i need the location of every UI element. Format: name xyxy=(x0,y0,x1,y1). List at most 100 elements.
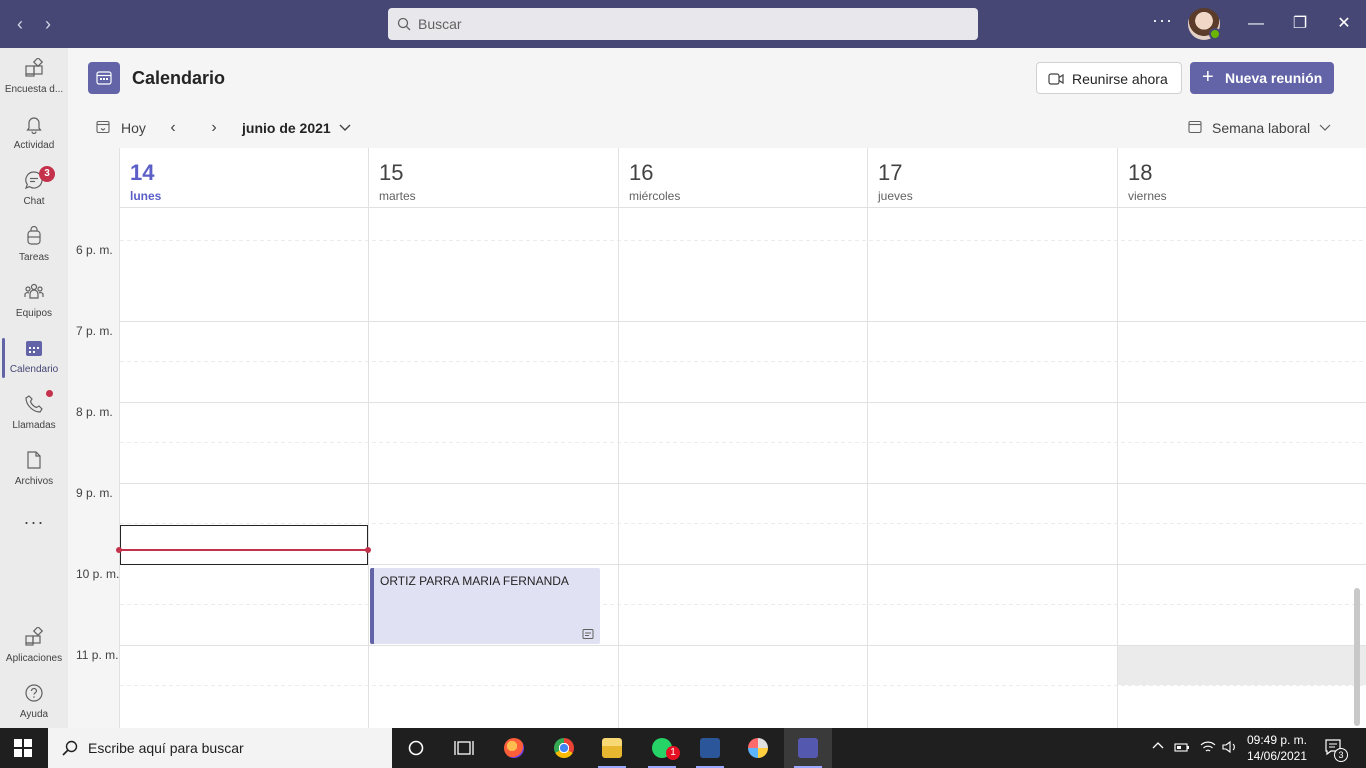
chevron-up-icon xyxy=(1152,742,1164,749)
day-header-14[interactable]: 14 lunes xyxy=(120,148,368,208)
rail-item-llamadas[interactable]: Llamadas xyxy=(0,386,68,442)
taskbar-app-chrome[interactable] xyxy=(540,728,588,768)
taskbar-app-teams[interactable] xyxy=(784,728,832,768)
calendar-icon xyxy=(96,71,112,85)
help-icon xyxy=(25,684,43,702)
day-header-18[interactable]: 18 viernes xyxy=(1118,148,1366,208)
search-icon xyxy=(62,740,78,756)
rail-label: Encuesta d... xyxy=(4,84,64,95)
day-header-17[interactable]: 17 jueves xyxy=(868,148,1117,208)
day-header-15[interactable]: 15 martes xyxy=(369,148,618,208)
rail-item-aplicaciones[interactable]: Aplicaciones xyxy=(0,619,68,675)
rail-label: Equipos xyxy=(15,308,53,319)
task-view-icon xyxy=(454,741,474,755)
rail-item-actividad[interactable]: Actividad xyxy=(0,106,68,162)
search-icon xyxy=(397,17,411,31)
rail-item-ayuda[interactable]: Ayuda xyxy=(0,675,68,731)
network-button[interactable] xyxy=(1200,740,1216,757)
half-hour-line xyxy=(120,240,1366,241)
maximize-button[interactable]: ❐ xyxy=(1288,12,1312,36)
rail-label: Archivos xyxy=(14,476,54,487)
windows-start-icon[interactable] xyxy=(14,739,32,757)
rail-item-chat[interactable]: 3 Chat xyxy=(0,162,68,218)
rail-item-encuesta[interactable]: Encuesta d... xyxy=(0,50,68,106)
rail-item-tareas[interactable]: Tareas xyxy=(0,218,68,274)
hour-line xyxy=(120,483,1366,484)
chevron-down-icon[interactable] xyxy=(1318,120,1332,134)
windows-taskbar: Escribe aquí para buscar 1 09:49 p. m. 1… xyxy=(0,728,1366,768)
missed-call-dot xyxy=(46,390,53,397)
column-divider xyxy=(119,148,120,728)
paint-palette-icon xyxy=(748,738,768,758)
previous-week-button[interactable]: ‹ xyxy=(164,118,182,138)
taskbar-app-whatsapp[interactable]: 1 xyxy=(638,728,686,768)
today-icon[interactable] xyxy=(96,120,110,134)
chevron-down-icon[interactable] xyxy=(338,120,352,134)
hour-line xyxy=(120,645,1366,646)
day-name: martes xyxy=(379,189,416,203)
search-input[interactable]: Buscar xyxy=(418,16,462,32)
more-apps-button[interactable]: ··· xyxy=(0,512,68,533)
taskbar-search-input[interactable]: Escribe aquí para buscar xyxy=(88,740,244,756)
calendar-app-tile xyxy=(88,62,120,94)
title-bar: ‹ › Buscar ··· — ❐ ✕ xyxy=(0,0,1366,48)
new-meeting-button[interactable]: + Nueva reunión xyxy=(1190,62,1334,94)
hour-line xyxy=(120,321,1366,322)
taskbar-app-file-explorer[interactable] xyxy=(588,728,636,768)
task-view-button[interactable] xyxy=(440,728,488,768)
presence-available-icon xyxy=(1209,28,1221,40)
word-icon xyxy=(700,738,720,758)
notification-count-badge: 3 xyxy=(1334,748,1348,762)
search-box[interactable]: Buscar xyxy=(388,8,978,40)
today-button[interactable]: Hoy xyxy=(121,120,146,136)
file-icon xyxy=(27,451,41,469)
phone-icon xyxy=(25,395,43,413)
show-hidden-icons-button[interactable] xyxy=(1152,740,1164,755)
selected-time-slot[interactable] xyxy=(120,525,368,565)
meet-now-label: Reunirse ahora xyxy=(1072,71,1168,87)
view-switcher-icon[interactable] xyxy=(1188,120,1202,134)
bell-icon xyxy=(26,117,42,134)
hour-label: 8 p. m. xyxy=(76,405,113,419)
rail-label: Llamadas xyxy=(12,420,56,431)
day-number: 18 xyxy=(1128,160,1153,185)
day-name: viernes xyxy=(1128,189,1167,203)
column-divider xyxy=(618,148,619,728)
month-picker[interactable]: junio de 2021 xyxy=(242,120,331,136)
hour-label: 9 p. m. xyxy=(76,486,113,500)
battery-button[interactable] xyxy=(1174,740,1190,757)
minimize-button[interactable]: — xyxy=(1244,12,1268,36)
close-button[interactable]: ✕ xyxy=(1332,12,1356,36)
cortana-button[interactable] xyxy=(392,728,440,768)
calendar-event[interactable]: ORTIZ PARRA MARIA FERNANDA xyxy=(370,568,600,644)
whatsapp-unread-badge: 1 xyxy=(666,746,680,760)
taskbar-app-paint[interactable] xyxy=(734,728,782,768)
day-header-16[interactable]: 16 miércoles xyxy=(619,148,867,208)
half-hour-line xyxy=(120,442,1366,443)
next-week-button[interactable]: › xyxy=(205,118,223,138)
column-divider xyxy=(368,148,369,728)
taskbar-clock[interactable]: 09:49 p. m. 14/06/2021 xyxy=(1236,732,1318,764)
calendar-icon xyxy=(26,341,42,356)
video-camera-icon xyxy=(1048,73,1064,85)
meeting-chat-icon xyxy=(582,629,594,639)
back-button[interactable]: ‹ xyxy=(8,12,32,36)
tasks-icon xyxy=(27,226,41,245)
vertical-scrollbar[interactable] xyxy=(1354,588,1360,726)
day-number: 17 xyxy=(878,160,903,185)
forward-button[interactable]: › xyxy=(36,12,60,36)
view-switcher[interactable]: Semana laboral xyxy=(1212,120,1310,136)
taskbar-app-firefox[interactable] xyxy=(490,728,538,768)
day-number: 15 xyxy=(379,160,404,185)
meet-now-button[interactable]: Reunirse ahora xyxy=(1036,62,1182,94)
rail-item-calendario[interactable]: Calendario xyxy=(0,330,68,386)
more-options-button[interactable]: ··· xyxy=(1152,10,1173,31)
rail-item-archivos[interactable]: Archivos xyxy=(0,442,68,498)
taskbar-search[interactable]: Escribe aquí para buscar xyxy=(48,728,392,768)
rail-item-equipos[interactable]: Equipos xyxy=(0,274,68,330)
teams-icon xyxy=(24,283,44,299)
apps-icon xyxy=(25,627,44,646)
folder-icon xyxy=(602,738,622,758)
non-working-time-slot[interactable] xyxy=(1118,645,1366,685)
taskbar-app-word[interactable] xyxy=(686,728,734,768)
